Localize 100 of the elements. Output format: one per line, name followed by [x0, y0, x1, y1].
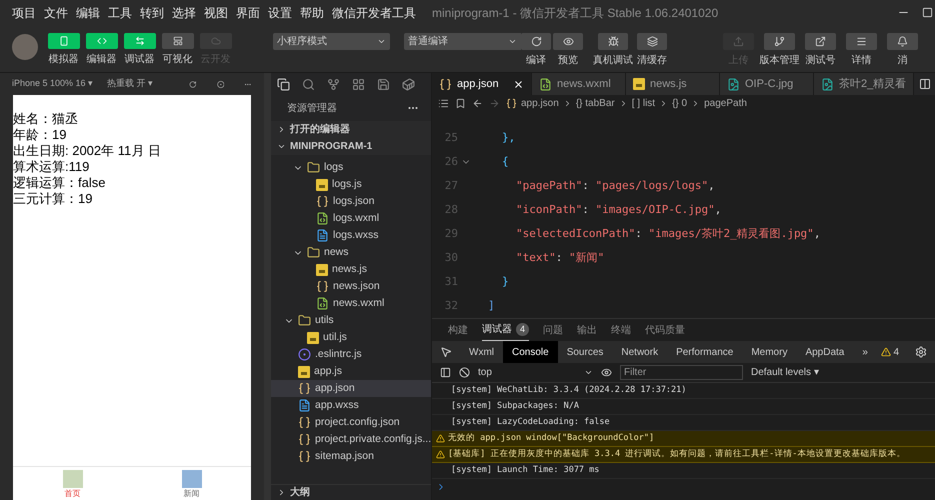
resize-handle[interactable] — [264, 73, 271, 500]
file-item[interactable]: logs.json — [271, 193, 431, 210]
editor-tab[interactable]: 茶叶2_精灵看 — [814, 73, 914, 95]
split-editor-icon[interactable] — [919, 78, 931, 90]
back-arrow-icon[interactable] — [472, 98, 483, 109]
devtools-tab[interactable]: Wxml — [460, 341, 503, 363]
toolbar-right-button[interactable]: 消 — [882, 33, 923, 68]
file-item[interactable]: sitemap.json — [271, 448, 431, 465]
clear-icon[interactable] — [459, 367, 470, 378]
filter-field[interactable]: Filter — [620, 365, 743, 380]
close-icon[interactable] — [513, 78, 524, 90]
devtools-tab[interactable]: Performance — [667, 341, 742, 363]
devtools-tab[interactable]: Console — [503, 341, 558, 363]
editor-tab[interactable]: news.js — [626, 73, 720, 95]
warning-count[interactable]: 4 — [893, 344, 899, 360]
menu-item[interactable]: 微信开发者工具 — [332, 4, 416, 22]
devtools-tab[interactable]: Memory — [742, 341, 796, 363]
eslint-file-icon — [298, 348, 311, 361]
settings-icon[interactable] — [915, 346, 927, 358]
tab-bar-item[interactable]: 首页 — [62, 467, 82, 500]
breadcrumb-item[interactable]: app.json — [521, 96, 559, 111]
file-item[interactable]: app.js — [271, 363, 431, 380]
toolbar-action-button[interactable]: 编译 — [521, 33, 551, 68]
device-select[interactable]: iPhone 5 100% 16 ▾ — [12, 77, 94, 91]
menu-item[interactable]: 设置 — [268, 4, 292, 22]
editor-tab[interactable]: app.json — [432, 73, 532, 95]
file-item[interactable]: app.json — [271, 380, 431, 397]
panel-tab[interactable]: 终端 — [611, 319, 632, 341]
file-item[interactable]: news.json — [271, 278, 431, 295]
tab-bar-item[interactable]: 新闻 — [182, 467, 202, 500]
file-item[interactable]: project.config.json — [271, 414, 431, 431]
menu-item[interactable]: 项目 — [12, 4, 36, 22]
file-item[interactable]: logs.wxss — [271, 227, 431, 244]
editor-tab[interactable]: news.wxml — [532, 73, 626, 95]
compile-dropdown[interactable]: 普通编译 — [404, 33, 521, 50]
devtools-tab[interactable]: Sources — [558, 341, 612, 363]
mode-dropdown[interactable]: 小程序模式 — [273, 33, 390, 50]
toolbar-right-button[interactable]: 详情 — [841, 33, 882, 68]
file-item[interactable]: news.wxml — [271, 295, 431, 312]
bug-icon — [608, 36, 618, 47]
avatar[interactable] — [12, 34, 38, 60]
record-icon[interactable] — [216, 78, 224, 90]
file-item[interactable]: news.js — [271, 261, 431, 278]
toolbar-action-button[interactable]: 预览 — [551, 33, 585, 68]
panel-tab[interactable]: 代码质量 — [645, 319, 686, 341]
toolbar-right-button[interactable]: 版本管理 — [759, 33, 800, 68]
panel-tab[interactable]: 构建 — [448, 319, 468, 341]
view-toggle-button[interactable]: 调试器 — [121, 33, 158, 67]
menu-item[interactable]: 编辑 — [76, 4, 100, 22]
view-toggle-button[interactable]: 模拟器 — [45, 33, 82, 67]
file-item[interactable]: util.js — [271, 329, 431, 346]
menu-item[interactable]: 视图 — [204, 4, 228, 22]
hot-reload-select[interactable]: 热重载 开 ▾ — [107, 77, 154, 91]
levels-select[interactable]: Default levels ▾ — [751, 365, 819, 380]
extensions-icon[interactable] — [352, 78, 365, 90]
breadcrumb-item[interactable]: [ ] list — [632, 96, 656, 111]
menu-item[interactable]: 工具 — [108, 4, 132, 22]
section-header[interactable]: MINIPROGRAM-1 — [271, 138, 431, 155]
breadcrumb-item[interactable]: {} 0 — [672, 96, 688, 111]
maximize-icon[interactable] — [922, 7, 933, 18]
view-toggle-button[interactable]: 编辑器 — [83, 33, 120, 67]
search-icon[interactable] — [302, 78, 315, 90]
menu-item[interactable]: 选择 — [172, 4, 196, 22]
view-toggle-button[interactable]: 可视化 — [159, 33, 196, 67]
devtools-tab[interactable]: AppData — [796, 341, 854, 363]
panel-tab[interactable]: 问题 — [543, 319, 564, 341]
folder-item[interactable]: utils — [271, 312, 431, 329]
bookmark-icon[interactable] — [455, 98, 466, 109]
panel-tab[interactable]: 输出 — [577, 319, 598, 341]
toolbar-action-button[interactable]: 真机调试 — [591, 33, 635, 68]
inspect-icon[interactable] — [440, 346, 452, 358]
file-item[interactable]: project.private.config.js... — [271, 431, 431, 448]
list-icon[interactable] — [438, 98, 449, 109]
eye-icon[interactable] — [601, 367, 612, 378]
devtools-tab[interactable]: Network — [612, 341, 668, 363]
file-item[interactable]: logs.js — [271, 176, 431, 193]
menu-item[interactable]: 转到 — [140, 4, 164, 22]
context-select[interactable]: top — [478, 365, 593, 380]
breadcrumb-item[interactable]: pagePath — [704, 96, 747, 111]
folder-item[interactable]: news — [271, 244, 431, 261]
code-line: "selectedIconPath": "images/茶叶2_精灵看图.jpg", — [515, 226, 820, 242]
sidebar-toggle-icon[interactable] — [440, 367, 451, 378]
save-icon[interactable] — [377, 78, 390, 90]
menu-item[interactable]: 文件 — [44, 4, 68, 22]
menu-item[interactable]: 界面 — [236, 4, 260, 22]
files-icon[interactable] — [277, 78, 290, 90]
menu-item[interactable]: 帮助 — [300, 4, 324, 22]
folder-item[interactable]: logs — [271, 159, 431, 176]
file-item[interactable]: app.wxss — [271, 397, 431, 414]
toolbar-right-button[interactable]: 测试号 — [800, 33, 841, 68]
file-item[interactable]: .eslintrc.js — [271, 346, 431, 363]
devtools-tab[interactable]: » — [853, 341, 877, 363]
rotate-icon[interactable] — [189, 78, 197, 90]
branch-icon[interactable] — [327, 78, 340, 90]
section-header[interactable]: 大纲 — [271, 484, 431, 500]
file-item[interactable]: logs.wxml — [271, 210, 431, 227]
editor-tab[interactable]: OIP-C.jpg — [720, 73, 814, 95]
breadcrumb-item[interactable]: {} tabBar — [576, 96, 615, 111]
section-header[interactable]: 打开的编辑器 — [271, 121, 431, 138]
toolbar-action-button[interactable]: 清缓存 — [635, 33, 669, 68]
